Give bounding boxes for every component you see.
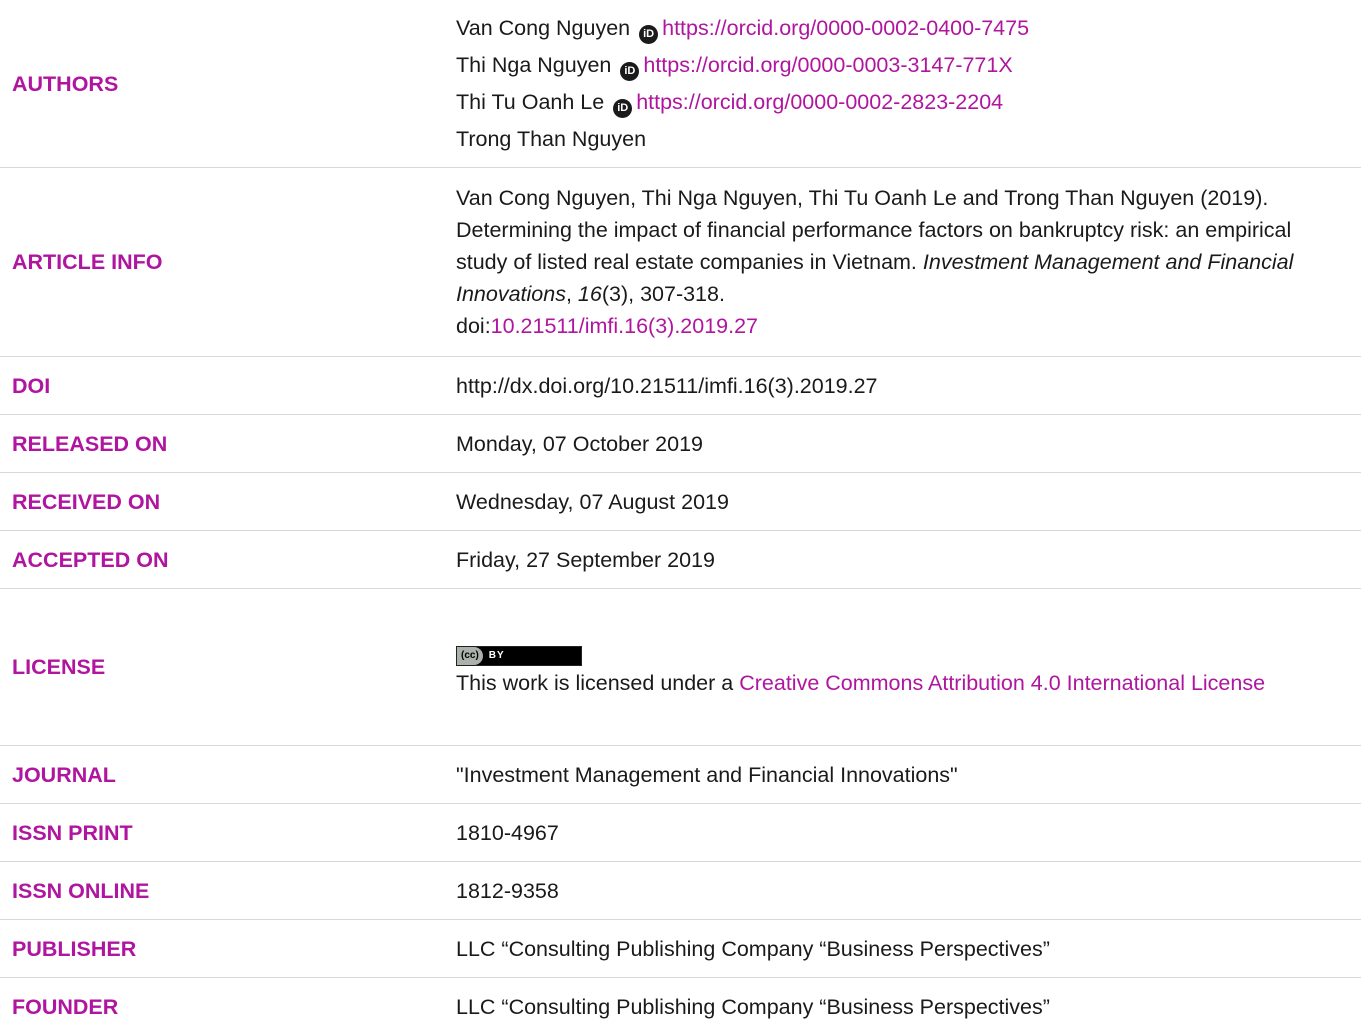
license-label: LICENSE xyxy=(0,589,455,746)
cc-icon: (cc) xyxy=(457,647,483,665)
accepted-on-value: Friday, 27 September 2019 xyxy=(455,531,1361,589)
released-on-label: RELEASED ON xyxy=(0,415,455,473)
authors-row: AUTHORS Van Cong Nguyen iDhttps://orcid.… xyxy=(0,0,1361,168)
authors-list: Van Cong Nguyen iDhttps://orcid.org/0000… xyxy=(455,0,1361,168)
orcid-link[interactable]: https://orcid.org/0000-0002-2823-2204 xyxy=(636,90,1003,114)
authors-label: AUTHORS xyxy=(0,0,455,168)
citation-volume: 16 xyxy=(578,282,602,306)
accepted-on-label: ACCEPTED ON xyxy=(0,531,455,589)
publisher-label: PUBLISHER xyxy=(0,920,455,978)
orcid-icon: iD xyxy=(613,99,632,118)
doi-prefix: doi: xyxy=(456,314,491,338)
received-on-label: RECEIVED ON xyxy=(0,473,455,531)
issn-print-label: ISSN PRINT xyxy=(0,804,455,862)
author-item: Van Cong Nguyen iDhttps://orcid.org/0000… xyxy=(456,10,1341,47)
issn-online-value: 1812-9358 xyxy=(455,862,1361,920)
license-row: LICENSE (cc) BY This work is licensed un… xyxy=(0,589,1361,746)
issn-print-value: 1810-4967 xyxy=(455,804,1361,862)
orcid-link[interactable]: https://orcid.org/0000-0003-3147-771X xyxy=(643,53,1012,77)
issn-online-row: ISSN ONLINE 1812-9358 xyxy=(0,862,1361,920)
released-on-row: RELEASED ON Monday, 07 October 2019 xyxy=(0,415,1361,473)
publisher-value: LLC “Consulting Publishing Company “Busi… xyxy=(455,920,1361,978)
article-metadata-table: AUTHORS Van Cong Nguyen iDhttps://orcid.… xyxy=(0,0,1361,1035)
author-item: Thi Nga Nguyen iDhttps://orcid.org/0000-… xyxy=(456,47,1341,84)
orcid-icon: iD xyxy=(639,25,658,44)
founder-label: FOUNDER xyxy=(0,978,455,1035)
license-value: (cc) BY This work is licensed under a Cr… xyxy=(455,589,1361,746)
issn-print-row: ISSN PRINT 1810-4967 xyxy=(0,804,1361,862)
journal-value: "Investment Management and Financial Inn… xyxy=(455,746,1361,804)
author-item: Trong Than Nguyen xyxy=(456,121,1341,158)
author-name: Thi Tu Oanh Le xyxy=(456,90,604,114)
orcid-link[interactable]: https://orcid.org/0000-0002-0400-7475 xyxy=(662,16,1029,40)
doi-value: http://dx.doi.org/10.21511/imfi.16(3).20… xyxy=(455,357,1361,415)
citation-separator: , xyxy=(566,282,578,306)
founder-value: LLC “Consulting Publishing Company “Busi… xyxy=(455,978,1361,1035)
cc-by-badge[interactable]: (cc) BY xyxy=(456,646,582,666)
license-text: This work is licensed under a xyxy=(456,671,739,695)
journal-row: JOURNAL "Investment Management and Finan… xyxy=(0,746,1361,804)
license-link[interactable]: Creative Commons Attribution 4.0 Interna… xyxy=(739,671,1265,695)
author-item: Thi Tu Oanh Le iDhttps://orcid.org/0000-… xyxy=(456,84,1341,121)
issn-online-label: ISSN ONLINE xyxy=(0,862,455,920)
by-icon: BY xyxy=(483,646,511,666)
orcid-icon: iD xyxy=(620,62,639,81)
publisher-row: PUBLISHER LLC “Consulting Publishing Com… xyxy=(0,920,1361,978)
doi-row: DOI http://dx.doi.org/10.21511/imfi.16(3… xyxy=(0,357,1361,415)
author-name: Trong Than Nguyen xyxy=(456,127,646,151)
article-citation: Van Cong Nguyen, Thi Nga Nguyen, Thi Tu … xyxy=(455,168,1361,357)
received-on-value: Wednesday, 07 August 2019 xyxy=(455,473,1361,531)
article-info-row: ARTICLE INFO Van Cong Nguyen, Thi Nga Ng… xyxy=(0,168,1361,357)
citation-issue-pages: (3), 307-318. xyxy=(602,282,725,306)
author-name: Thi Nga Nguyen xyxy=(456,53,611,77)
received-on-row: RECEIVED ON Wednesday, 07 August 2019 xyxy=(0,473,1361,531)
accepted-on-row: ACCEPTED ON Friday, 27 September 2019 xyxy=(0,531,1361,589)
article-info-label: ARTICLE INFO xyxy=(0,168,455,357)
released-on-value: Monday, 07 October 2019 xyxy=(455,415,1361,473)
doi-label: DOI xyxy=(0,357,455,415)
journal-label: JOURNAL xyxy=(0,746,455,804)
author-name: Van Cong Nguyen xyxy=(456,16,630,40)
citation-doi-link[interactable]: 10.21511/imfi.16(3).2019.27 xyxy=(491,314,758,338)
founder-row: FOUNDER LLC “Consulting Publishing Compa… xyxy=(0,978,1361,1035)
